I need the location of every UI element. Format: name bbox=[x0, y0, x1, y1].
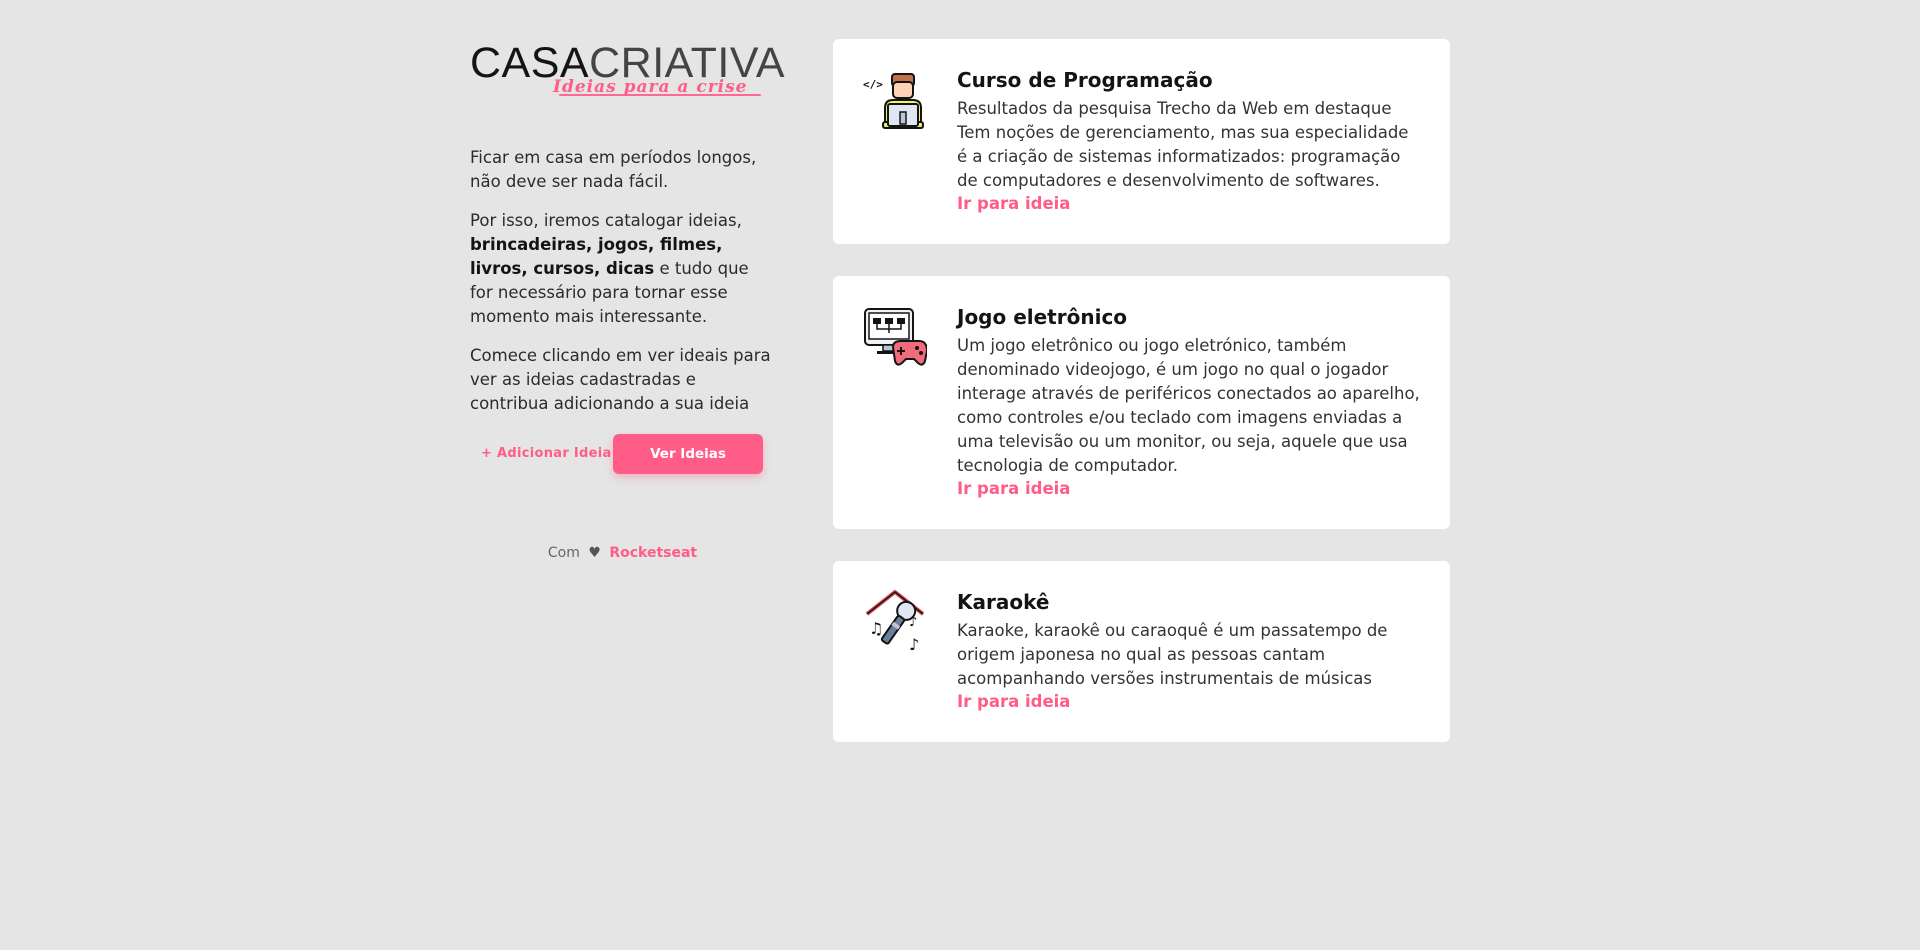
intro-paragraph-1: Ficar em casa em períodos longos, não de… bbox=[470, 148, 757, 191]
intro-paragraph-3: Comece clicando em ver ideais para ver a… bbox=[470, 346, 771, 413]
ideas-list: </> Curso de Programação Resultados da p… bbox=[833, 39, 1450, 774]
view-ideas-button[interactable]: Ver Ideias bbox=[613, 434, 763, 474]
svg-text:♪: ♪ bbox=[909, 615, 917, 630]
idea-card: </> Curso de Programação Resultados da p… bbox=[833, 39, 1450, 244]
logo-tagline: Ideias para a crise bbox=[553, 77, 761, 97]
card-description: Resultados da pesquisa Trecho da Web em … bbox=[957, 99, 1409, 190]
intro-paragraph-2: Por isso, iremos catalogar ideias, brinc… bbox=[470, 209, 775, 329]
sidebar: CASACRIATIVA Ideias para a crise Ficar e… bbox=[470, 40, 785, 561]
intro-text: Ficar em casa em períodos longos, não de… bbox=[470, 146, 775, 416]
page: CASACRIATIVA Ideias para a crise Ficar e… bbox=[0, 0, 1920, 950]
card-description: Um jogo eletrônico ou jogo eletrónico, t… bbox=[957, 336, 1420, 475]
add-idea-button[interactable]: + Adicionar Ideia bbox=[481, 434, 612, 474]
card-title: Jogo eletrônico bbox=[957, 305, 1128, 329]
open-idea-link[interactable]: Ir para ideia bbox=[957, 193, 1070, 215]
heart-icon: ♥ bbox=[588, 545, 601, 561]
card-title: Karaokê bbox=[957, 590, 1050, 614]
idea-card: Jogo eletrônico Um jogo eletrônico ou jo… bbox=[833, 276, 1450, 529]
action-bar: + Adicionar Ideia Ver Ideias bbox=[470, 434, 775, 474]
svg-text:♪: ♪ bbox=[909, 635, 919, 654]
card-title: Curso de Programação bbox=[957, 68, 1213, 92]
karaoke-icon: ♫ ♪ ♪ bbox=[865, 590, 925, 654]
programmer-icon: </> bbox=[863, 73, 924, 129]
logo: CASACRIATIVA Ideias para a crise bbox=[470, 40, 785, 104]
card-description: Karaoke, karaokê ou caraoquê é um passat… bbox=[957, 621, 1388, 688]
intro-p2-before: Por isso, iremos catalogar ideias, bbox=[470, 211, 742, 230]
footer-prefix: Com bbox=[547, 545, 580, 561]
rocketseat-link[interactable]: Rocketseat bbox=[609, 545, 697, 561]
idea-card: ♫ ♪ ♪ Karaokê Karaoke, karaokê ou caraoq… bbox=[833, 561, 1450, 742]
svg-text:♫: ♫ bbox=[869, 619, 883, 638]
footer: Com ♥ Rocketseat bbox=[470, 545, 775, 561]
videogame-icon bbox=[864, 308, 927, 366]
open-idea-link[interactable]: Ir para ideia bbox=[957, 691, 1070, 713]
svg-text:</>: </> bbox=[863, 78, 883, 91]
open-idea-link[interactable]: Ir para ideia bbox=[957, 478, 1070, 500]
